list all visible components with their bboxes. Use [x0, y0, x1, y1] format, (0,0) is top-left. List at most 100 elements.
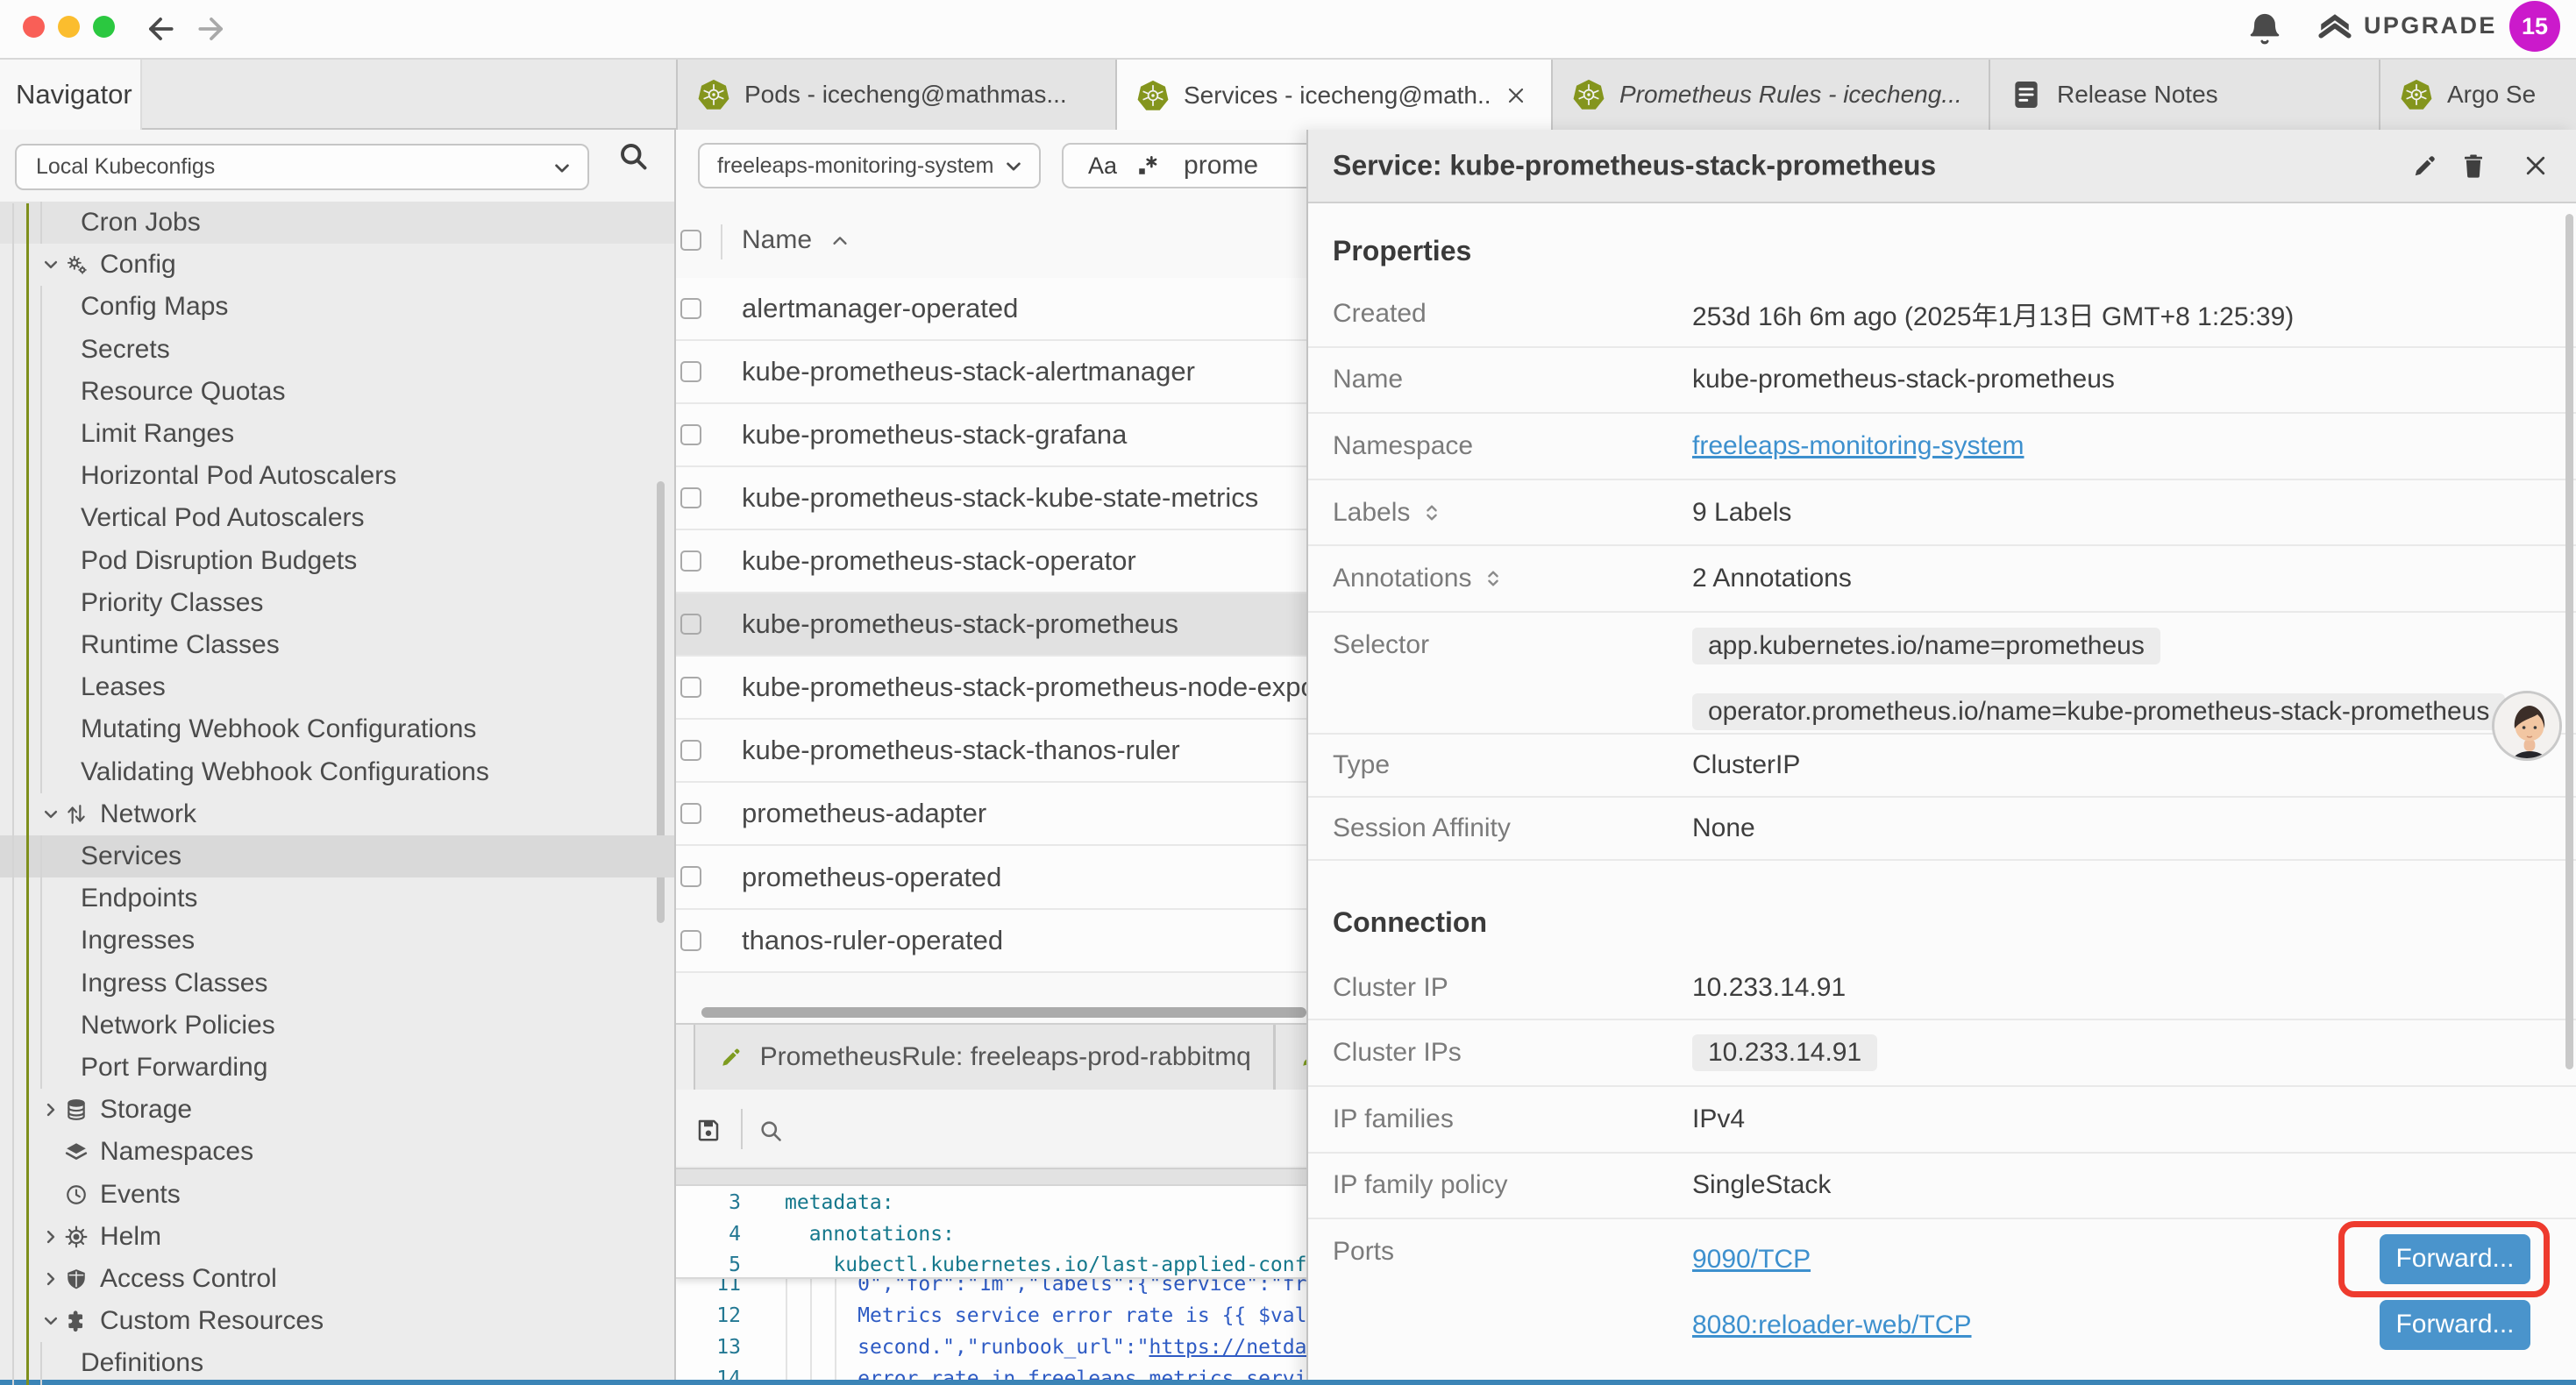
sidebar-item-label: Definitions [81, 1348, 203, 1378]
trash-icon[interactable] [2460, 153, 2487, 179]
tab-close-icon[interactable] [1505, 85, 1526, 106]
chevron-down-icon[interactable] [42, 256, 60, 273]
kubeconfig-select[interactable]: Local Kubeconfigs [15, 144, 589, 190]
row-checkbox[interactable] [680, 677, 701, 698]
sidebar-item-storage[interactable]: Storage [0, 1089, 674, 1131]
dock-tab-prometheusrule-freeleaps-prod-rabbitmq[interactable]: PrometheusRule: freeleaps-prod-rabbitmq [694, 1025, 1275, 1090]
sidebar-item-runtime-classes[interactable]: Runtime Classes [0, 624, 674, 666]
sidebar-item-access-control[interactable]: Access Control [0, 1258, 674, 1300]
sidebar-item-port-forwarding[interactable]: Port Forwarding [0, 1047, 674, 1089]
namespace-link[interactable]: freeleaps-monitoring-system [1692, 431, 2024, 461]
sidebar-item-validating-webhook-configurations[interactable]: Validating Webhook Configurations [0, 751, 674, 793]
close-icon[interactable] [2523, 153, 2549, 179]
editor-search-icon[interactable] [758, 1119, 783, 1143]
sidebar-item-leases[interactable]: Leases [0, 666, 674, 708]
row-checkbox[interactable] [680, 361, 701, 382]
line-number: 13 [676, 1332, 741, 1363]
row-checkbox[interactable] [680, 614, 701, 635]
sort-both-icon[interactable] [1422, 503, 1441, 522]
drawer-row-ports: Ports9090/TCPForward...8080:reloader-web… [1308, 1219, 2576, 1385]
service-name: kube-prometheus-stack-kube-state-metrics [742, 482, 1258, 514]
sidebar-item-events[interactable]: Events [0, 1174, 674, 1216]
chevron-right-icon[interactable] [42, 1101, 60, 1119]
tree-indent-guide [40, 286, 42, 792]
sidebar-item-network[interactable]: Network [0, 793, 674, 835]
tab-release-notes[interactable]: Release Notes [1990, 60, 2380, 130]
code-text: metadata: [785, 1191, 894, 1214]
row-checkbox[interactable] [680, 930, 701, 951]
sidebar-item-ingresses[interactable]: Ingresses [0, 920, 674, 962]
minimize-window-button[interactable] [58, 16, 80, 38]
forward-icon[interactable] [195, 12, 228, 46]
chevron-down-icon[interactable] [42, 806, 60, 823]
row-checkbox[interactable] [680, 424, 701, 445]
code-text: annotations: [809, 1223, 955, 1246]
sidebar-item-endpoints[interactable]: Endpoints [0, 877, 674, 920]
sidebar-item-resource-quotas[interactable]: Resource Quotas [0, 371, 674, 413]
regex-icon[interactable] [1136, 154, 1159, 177]
row-checkbox[interactable] [680, 803, 701, 824]
save-icon[interactable] [695, 1117, 722, 1143]
drawer-row-cluster-ips: Cluster IPs10.233.14.91 [1308, 1020, 2576, 1087]
sidebar-item-secrets[interactable]: Secrets [0, 329, 674, 371]
drawer-scrollbar[interactable] [2565, 214, 2573, 1069]
database-icon [65, 1098, 88, 1121]
sidebar-item-helm[interactable]: Helm [0, 1216, 674, 1258]
chevron-right-icon[interactable] [42, 1270, 60, 1288]
sidebar-item-pod-disruption-budgets[interactable]: Pod Disruption Budgets [0, 540, 674, 582]
port-link-9090-tcp[interactable]: 9090/TCP [1692, 1245, 1811, 1275]
row-checkbox[interactable] [680, 740, 701, 761]
sidebar-item-label: Leases [81, 672, 166, 702]
sort-asc-icon[interactable] [830, 231, 850, 251]
row-checkbox[interactable] [680, 550, 701, 572]
sidebar-item-definitions[interactable]: Definitions [0, 1342, 674, 1384]
notifications-badge[interactable]: 15 [2509, 1, 2560, 52]
edit-icon[interactable] [2412, 153, 2438, 179]
zoom-window-button[interactable] [93, 16, 115, 38]
namespace-select[interactable]: freeleaps-monitoring-system [698, 143, 1041, 188]
sidebar-item-config[interactable]: Config [0, 244, 674, 286]
navigator-header[interactable]: Navigator [0, 60, 142, 130]
sidebar-item-limit-ranges[interactable]: Limit Ranges [0, 413, 674, 455]
kubernetes-icon [1136, 79, 1170, 112]
match-case-icon[interactable]: Aa [1088, 153, 1117, 180]
sidebar-item-label: Port Forwarding [81, 1053, 267, 1083]
sidebar-item-namespaces[interactable]: Namespaces [0, 1131, 674, 1173]
sidebar-item-ingress-classes[interactable]: Ingress Classes [0, 962, 674, 1005]
row-checkbox[interactable] [680, 487, 701, 508]
table-search-input[interactable]: Aa prome [1062, 143, 1342, 188]
sidebar-item-vertical-pod-autoscalers[interactable]: Vertical Pod Autoscalers [0, 497, 674, 539]
bell-icon[interactable] [2246, 11, 2283, 47]
tab-prometheus-rules-icecheng[interactable]: Prometheus Rules - icecheng... [1553, 60, 1990, 130]
sidebar-item-horizontal-pod-autoscalers[interactable]: Horizontal Pod Autoscalers [0, 455, 674, 497]
upgrade-chevrons-icon[interactable] [2316, 10, 2353, 46]
select-all-checkbox[interactable] [680, 230, 701, 251]
tab-pods-icecheng-mathmas[interactable]: Pods - icecheng@mathmas... [676, 60, 1117, 130]
sidebar-item-custom-resources[interactable]: Custom Resources [0, 1300, 674, 1342]
tab-services-icecheng-math[interactable]: Services - icecheng@math... [1117, 60, 1553, 131]
avatar[interactable] [2492, 691, 2562, 761]
sort-both-icon[interactable] [1484, 569, 1503, 588]
upgrade-button[interactable]: UPGRADE [2364, 12, 2497, 39]
table-horizontal-scrollbar[interactable] [701, 1007, 1306, 1019]
sidebar-item-mutating-webhook-configurations[interactable]: Mutating Webhook Configurations [0, 708, 674, 750]
forward-button-2[interactable]: Forward... [2380, 1300, 2530, 1350]
layers-icon [65, 1140, 88, 1163]
service-name: kube-prometheus-stack-prometheus [742, 608, 1178, 640]
row-checkbox[interactable] [680, 866, 701, 887]
chevron-down-icon[interactable] [42, 1312, 60, 1330]
sidebar-item-priority-classes[interactable]: Priority Classes [0, 582, 674, 624]
sidebar-item-network-policies[interactable]: Network Policies [0, 1005, 674, 1047]
sidebar-search-icon[interactable] [617, 140, 649, 172]
editor-indent-guide [786, 1279, 787, 1385]
close-window-button[interactable] [23, 16, 45, 38]
column-header-name[interactable]: Name [742, 225, 812, 255]
sidebar-item-services[interactable]: Services [0, 835, 674, 877]
chevron-right-icon[interactable] [42, 1228, 60, 1246]
tab-argo-se[interactable]: Argo Se [2380, 60, 2576, 130]
back-icon[interactable] [144, 12, 177, 46]
sidebar-item-config-maps[interactable]: Config Maps [0, 286, 674, 328]
port-link-8080-reloader-web-tcp[interactable]: 8080:reloader-web/TCP [1692, 1310, 1972, 1340]
sidebar-item-cron-jobs[interactable]: Cron Jobs [0, 202, 674, 244]
row-checkbox[interactable] [680, 298, 701, 319]
